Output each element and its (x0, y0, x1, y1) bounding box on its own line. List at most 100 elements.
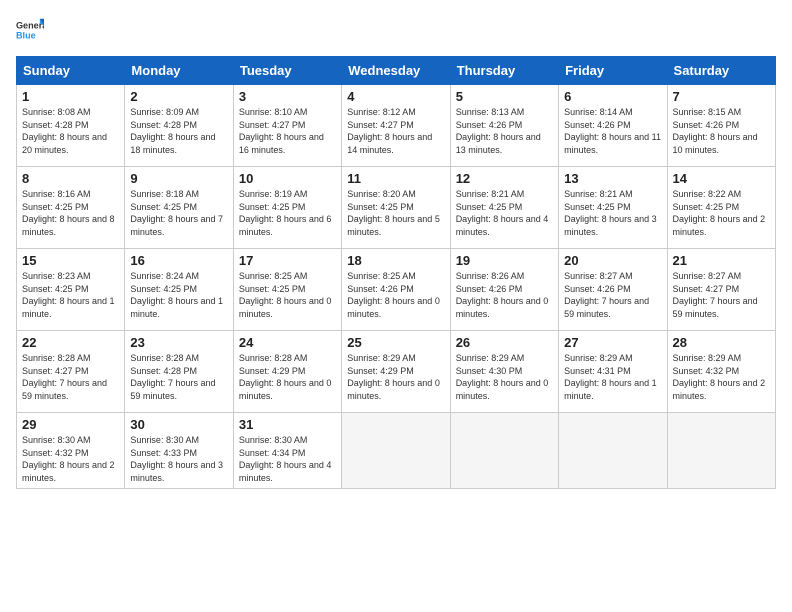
day-info: Sunrise: 8:27 AM Sunset: 4:26 PM Dayligh… (564, 270, 661, 320)
calendar-day-cell: 19 Sunrise: 8:26 AM Sunset: 4:26 PM Dayl… (450, 249, 558, 331)
calendar-day-cell (342, 413, 450, 489)
day-number: 4 (347, 89, 444, 104)
day-info: Sunrise: 8:28 AM Sunset: 4:28 PM Dayligh… (130, 352, 227, 402)
day-info: Sunrise: 8:28 AM Sunset: 4:29 PM Dayligh… (239, 352, 336, 402)
calendar-day-cell: 26 Sunrise: 8:29 AM Sunset: 4:30 PM Dayl… (450, 331, 558, 413)
day-number: 25 (347, 335, 444, 350)
day-info: Sunrise: 8:14 AM Sunset: 4:26 PM Dayligh… (564, 106, 661, 156)
day-number: 29 (22, 417, 119, 432)
header: General Blue (16, 16, 776, 44)
calendar-day-cell: 2 Sunrise: 8:09 AM Sunset: 4:28 PM Dayli… (125, 85, 233, 167)
day-number: 8 (22, 171, 119, 186)
weekday-header-sunday: Sunday (17, 57, 125, 85)
calendar-day-cell: 3 Sunrise: 8:10 AM Sunset: 4:27 PM Dayli… (233, 85, 341, 167)
calendar-day-cell: 5 Sunrise: 8:13 AM Sunset: 4:26 PM Dayli… (450, 85, 558, 167)
calendar-day-cell: 1 Sunrise: 8:08 AM Sunset: 4:28 PM Dayli… (17, 85, 125, 167)
calendar-week-row: 8 Sunrise: 8:16 AM Sunset: 4:25 PM Dayli… (17, 167, 776, 249)
svg-text:Blue: Blue (16, 30, 36, 40)
calendar-day-cell: 4 Sunrise: 8:12 AM Sunset: 4:27 PM Dayli… (342, 85, 450, 167)
day-number: 28 (673, 335, 770, 350)
day-info: Sunrise: 8:29 AM Sunset: 4:32 PM Dayligh… (673, 352, 770, 402)
calendar-day-cell: 27 Sunrise: 8:29 AM Sunset: 4:31 PM Dayl… (559, 331, 667, 413)
weekday-header-friday: Friday (559, 57, 667, 85)
day-info: Sunrise: 8:12 AM Sunset: 4:27 PM Dayligh… (347, 106, 444, 156)
weekday-header-saturday: Saturday (667, 57, 775, 85)
day-info: Sunrise: 8:29 AM Sunset: 4:30 PM Dayligh… (456, 352, 553, 402)
calendar-day-cell: 18 Sunrise: 8:25 AM Sunset: 4:26 PM Dayl… (342, 249, 450, 331)
day-number: 21 (673, 253, 770, 268)
calendar-table: SundayMondayTuesdayWednesdayThursdayFrid… (16, 56, 776, 489)
day-info: Sunrise: 8:19 AM Sunset: 4:25 PM Dayligh… (239, 188, 336, 238)
day-number: 1 (22, 89, 119, 104)
day-info: Sunrise: 8:23 AM Sunset: 4:25 PM Dayligh… (22, 270, 119, 320)
day-number: 13 (564, 171, 661, 186)
day-number: 22 (22, 335, 119, 350)
day-info: Sunrise: 8:29 AM Sunset: 4:29 PM Dayligh… (347, 352, 444, 402)
logo: General Blue (16, 16, 44, 44)
day-info: Sunrise: 8:16 AM Sunset: 4:25 PM Dayligh… (22, 188, 119, 238)
day-number: 19 (456, 253, 553, 268)
calendar-day-cell: 24 Sunrise: 8:28 AM Sunset: 4:29 PM Dayl… (233, 331, 341, 413)
day-info: Sunrise: 8:27 AM Sunset: 4:27 PM Dayligh… (673, 270, 770, 320)
day-number: 18 (347, 253, 444, 268)
calendar-day-cell: 13 Sunrise: 8:21 AM Sunset: 4:25 PM Dayl… (559, 167, 667, 249)
day-number: 7 (673, 89, 770, 104)
day-number: 6 (564, 89, 661, 104)
weekday-header-monday: Monday (125, 57, 233, 85)
day-info: Sunrise: 8:08 AM Sunset: 4:28 PM Dayligh… (22, 106, 119, 156)
day-number: 2 (130, 89, 227, 104)
calendar-day-cell: 30 Sunrise: 8:30 AM Sunset: 4:33 PM Dayl… (125, 413, 233, 489)
day-number: 24 (239, 335, 336, 350)
day-info: Sunrise: 8:26 AM Sunset: 4:26 PM Dayligh… (456, 270, 553, 320)
calendar-week-row: 15 Sunrise: 8:23 AM Sunset: 4:25 PM Dayl… (17, 249, 776, 331)
day-info: Sunrise: 8:25 AM Sunset: 4:25 PM Dayligh… (239, 270, 336, 320)
calendar-day-cell: 31 Sunrise: 8:30 AM Sunset: 4:34 PM Dayl… (233, 413, 341, 489)
calendar-day-cell: 21 Sunrise: 8:27 AM Sunset: 4:27 PM Dayl… (667, 249, 775, 331)
weekday-header-tuesday: Tuesday (233, 57, 341, 85)
day-info: Sunrise: 8:20 AM Sunset: 4:25 PM Dayligh… (347, 188, 444, 238)
calendar-day-cell: 23 Sunrise: 8:28 AM Sunset: 4:28 PM Dayl… (125, 331, 233, 413)
logo-icon: General Blue (16, 16, 44, 44)
day-info: Sunrise: 8:30 AM Sunset: 4:34 PM Dayligh… (239, 434, 336, 484)
day-info: Sunrise: 8:30 AM Sunset: 4:33 PM Dayligh… (130, 434, 227, 484)
calendar-day-cell (559, 413, 667, 489)
calendar-day-cell: 8 Sunrise: 8:16 AM Sunset: 4:25 PM Dayli… (17, 167, 125, 249)
calendar-day-cell: 6 Sunrise: 8:14 AM Sunset: 4:26 PM Dayli… (559, 85, 667, 167)
calendar-day-cell: 7 Sunrise: 8:15 AM Sunset: 4:26 PM Dayli… (667, 85, 775, 167)
day-number: 16 (130, 253, 227, 268)
weekday-header-row: SundayMondayTuesdayWednesdayThursdayFrid… (17, 57, 776, 85)
calendar-day-cell: 25 Sunrise: 8:29 AM Sunset: 4:29 PM Dayl… (342, 331, 450, 413)
calendar-day-cell: 16 Sunrise: 8:24 AM Sunset: 4:25 PM Dayl… (125, 249, 233, 331)
calendar-day-cell (450, 413, 558, 489)
calendar-week-row: 29 Sunrise: 8:30 AM Sunset: 4:32 PM Dayl… (17, 413, 776, 489)
calendar-day-cell: 11 Sunrise: 8:20 AM Sunset: 4:25 PM Dayl… (342, 167, 450, 249)
calendar-day-cell: 22 Sunrise: 8:28 AM Sunset: 4:27 PM Dayl… (17, 331, 125, 413)
calendar-day-cell: 12 Sunrise: 8:21 AM Sunset: 4:25 PM Dayl… (450, 167, 558, 249)
day-info: Sunrise: 8:22 AM Sunset: 4:25 PM Dayligh… (673, 188, 770, 238)
day-info: Sunrise: 8:18 AM Sunset: 4:25 PM Dayligh… (130, 188, 227, 238)
day-number: 17 (239, 253, 336, 268)
calendar-week-row: 1 Sunrise: 8:08 AM Sunset: 4:28 PM Dayli… (17, 85, 776, 167)
day-info: Sunrise: 8:24 AM Sunset: 4:25 PM Dayligh… (130, 270, 227, 320)
day-info: Sunrise: 8:25 AM Sunset: 4:26 PM Dayligh… (347, 270, 444, 320)
day-number: 14 (673, 171, 770, 186)
day-number: 9 (130, 171, 227, 186)
day-number: 10 (239, 171, 336, 186)
calendar-day-cell: 20 Sunrise: 8:27 AM Sunset: 4:26 PM Dayl… (559, 249, 667, 331)
calendar-day-cell: 29 Sunrise: 8:30 AM Sunset: 4:32 PM Dayl… (17, 413, 125, 489)
calendar-day-cell (667, 413, 775, 489)
weekday-header-wednesday: Wednesday (342, 57, 450, 85)
day-info: Sunrise: 8:30 AM Sunset: 4:32 PM Dayligh… (22, 434, 119, 484)
calendar-day-cell: 17 Sunrise: 8:25 AM Sunset: 4:25 PM Dayl… (233, 249, 341, 331)
day-number: 31 (239, 417, 336, 432)
calendar-day-cell: 9 Sunrise: 8:18 AM Sunset: 4:25 PM Dayli… (125, 167, 233, 249)
calendar-day-cell: 10 Sunrise: 8:19 AM Sunset: 4:25 PM Dayl… (233, 167, 341, 249)
day-number: 20 (564, 253, 661, 268)
day-number: 12 (456, 171, 553, 186)
day-info: Sunrise: 8:09 AM Sunset: 4:28 PM Dayligh… (130, 106, 227, 156)
day-number: 30 (130, 417, 227, 432)
day-number: 3 (239, 89, 336, 104)
day-info: Sunrise: 8:21 AM Sunset: 4:25 PM Dayligh… (456, 188, 553, 238)
calendar-day-cell: 28 Sunrise: 8:29 AM Sunset: 4:32 PM Dayl… (667, 331, 775, 413)
day-info: Sunrise: 8:21 AM Sunset: 4:25 PM Dayligh… (564, 188, 661, 238)
